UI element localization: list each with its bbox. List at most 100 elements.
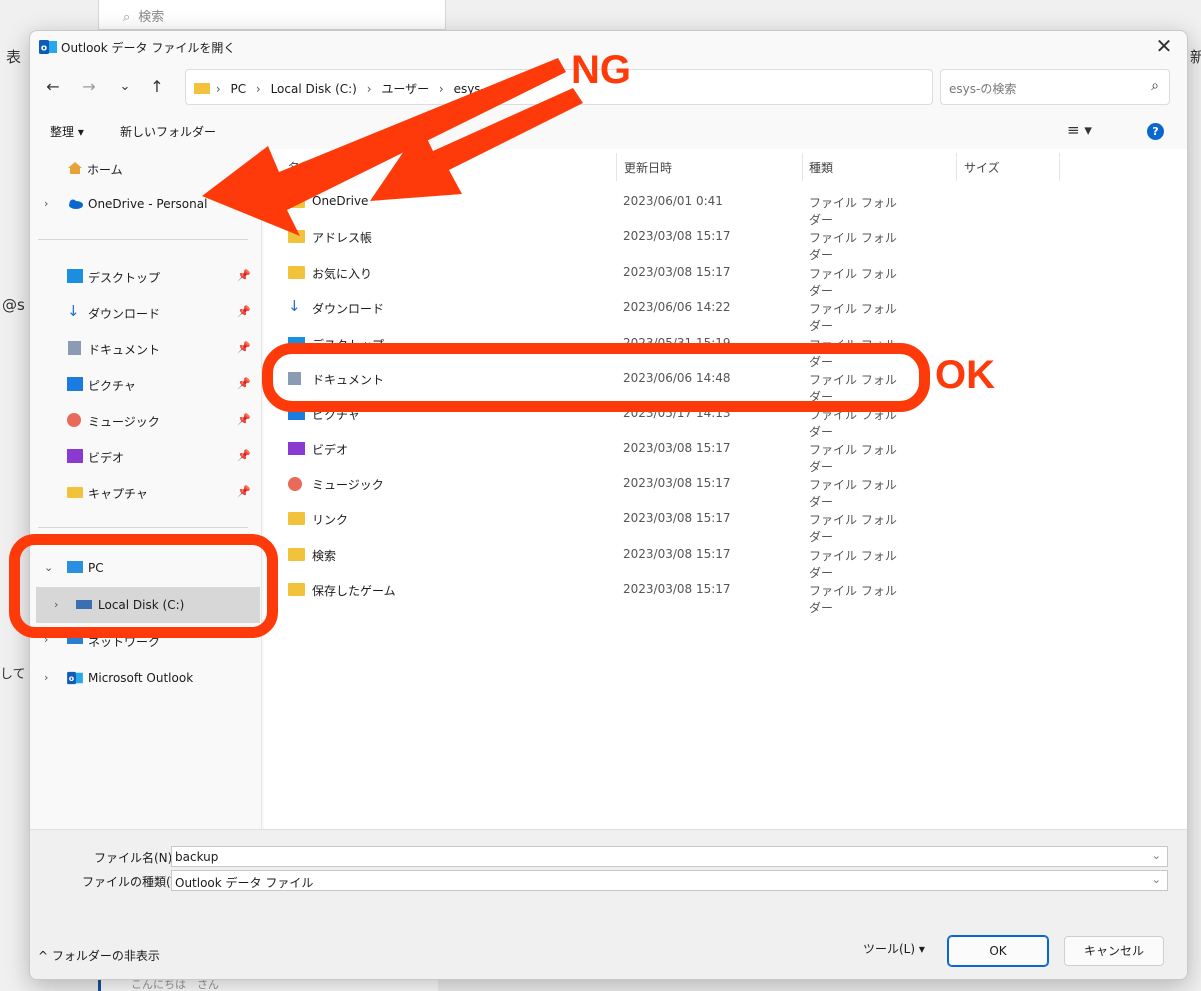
recent-locations-icon[interactable]: ⌄ xyxy=(112,75,138,101)
file-row[interactable]: ミュージック 2023/03/08 15:17 ファイル フォルダー xyxy=(272,466,902,509)
sidebar-item-documents[interactable]: ドキュメント 📌 xyxy=(30,333,262,363)
sidebar-item-pictures[interactable]: ピクチャ 📌 xyxy=(30,369,262,399)
tools-button[interactable]: ツール(L) ▾ xyxy=(863,940,925,957)
cloud-icon xyxy=(69,199,83,209)
desktop-icon xyxy=(288,337,305,350)
file-date: 2023/03/08 15:17 xyxy=(623,229,731,243)
folder-icon xyxy=(288,548,305,561)
cancel-button[interactable]: キャンセル xyxy=(1064,936,1164,966)
file-date: 2023/06/06 14:22 xyxy=(623,300,731,314)
search-input[interactable]: esys-の検索 ⌕ xyxy=(940,69,1170,105)
pin-icon[interactable]: 📌 xyxy=(237,413,251,426)
file-date: 2023/03/08 15:17 xyxy=(623,547,731,561)
file-row[interactable]: 保存したゲーム 2023/03/08 15:17 ファイル フォルダー xyxy=(272,572,902,615)
chevron-right-icon[interactable]: › xyxy=(44,671,48,684)
column-divider[interactable] xyxy=(956,153,957,181)
file-row[interactable]: ↓ ダウンロード 2023/06/06 14:22 ファイル フォルダー xyxy=(272,290,902,333)
breadcrumb-users[interactable]: ユーザー xyxy=(381,82,429,96)
sidebar-item-videos[interactable]: ビデオ 📌 xyxy=(30,441,262,471)
file-row[interactable]: ドキュメント 2023/06/06 14:48 ファイル フォルダー xyxy=(272,361,902,404)
file-row[interactable]: デスクトップ 2023/05/31 15:19 ファイル フォルダー xyxy=(272,326,902,369)
column-divider[interactable] xyxy=(1059,153,1060,181)
new-folder-button[interactable]: 新しいフォルダー xyxy=(120,123,216,140)
file-list: 名前 更新日時 種類 サイズ OneDrive 2023/06/01 0:41 … xyxy=(264,149,1187,829)
view-options-icon[interactable]: ≡ ▾ xyxy=(1067,121,1092,139)
back-arrow-icon[interactable]: ← xyxy=(40,75,66,101)
column-divider[interactable] xyxy=(802,153,803,181)
music-icon xyxy=(288,477,302,491)
pin-icon[interactable]: 📌 xyxy=(237,449,251,462)
music-icon xyxy=(67,413,81,427)
file-name: ビデオ xyxy=(312,443,349,457)
pin-icon[interactable]: 📌 xyxy=(237,485,251,498)
breadcrumb-pc[interactable]: PC xyxy=(230,82,246,96)
chevron-down-icon[interactable]: ⌄ xyxy=(1152,849,1161,862)
sidebar-item-label: Microsoft Outlook xyxy=(88,671,194,685)
file-date: 2023/06/06 14:48 xyxy=(623,371,731,385)
column-header-name[interactable]: 名前 xyxy=(288,159,312,176)
sidebar-item-local-disk[interactable]: › Local Disk (C:) xyxy=(36,587,260,623)
sidebar-item-music[interactable]: ミュージック 📌 xyxy=(30,405,262,435)
pin-icon[interactable]: 📌 xyxy=(237,377,251,390)
column-header-date[interactable]: 更新日時 xyxy=(624,159,672,176)
file-row[interactable]: リンク 2023/03/08 15:17 ファイル フォルダー xyxy=(272,501,902,544)
sidebar-item-home[interactable]: ホーム xyxy=(30,153,262,183)
ok-button[interactable]: OK xyxy=(947,935,1049,967)
pin-icon[interactable]: 📌 xyxy=(237,305,251,318)
breadcrumb-local-disk[interactable]: Local Disk (C:) xyxy=(271,82,357,96)
column-header-size[interactable]: サイズ xyxy=(964,159,1000,176)
sidebar-item-desktop[interactable]: デスクトップ 📌 xyxy=(30,261,262,291)
help-icon[interactable]: ? xyxy=(1147,123,1164,140)
hide-folders-button[interactable]: ^ フォルダーの非表示 xyxy=(38,947,160,964)
search-placeholder: esys-の検索 xyxy=(949,82,1017,96)
file-row[interactable]: ピクチャ 2023/05/17 14:13 ファイル フォルダー xyxy=(272,396,902,439)
file-row[interactable]: ビデオ 2023/03/08 15:17 ファイル フォルダー xyxy=(272,431,902,474)
filename-input[interactable]: backup ⌄ xyxy=(171,846,1168,867)
sidebar-item-onedrive[interactable]: › OneDrive - Personal xyxy=(30,189,262,219)
sidebar-item-outlook[interactable]: › o Microsoft Outlook xyxy=(30,663,262,693)
sidebar-item-label: ネットワーク xyxy=(88,635,161,649)
filetype-select[interactable]: Outlook データ ファイル ⌄ xyxy=(171,870,1168,891)
file-row[interactable]: 検索 2023/03/08 15:17 ファイル フォルダー xyxy=(272,537,902,580)
file-name: デスクトップ xyxy=(312,338,385,352)
file-date: 2023/06/01 0:41 xyxy=(623,194,723,208)
close-button[interactable]: ✕ xyxy=(1141,31,1187,63)
column-header-type[interactable]: 種類 xyxy=(809,159,833,176)
download-icon: ↓ xyxy=(67,302,80,320)
file-date: 2023/03/08 15:17 xyxy=(623,441,731,455)
file-date: 2023/03/08 15:17 xyxy=(623,582,731,596)
video-icon xyxy=(67,449,83,463)
file-row[interactable]: OneDrive 2023/06/01 0:41 ファイル フォルダー xyxy=(272,184,902,227)
filetype-value: Outlook データ ファイル xyxy=(175,876,314,890)
chevron-right-icon[interactable]: › xyxy=(54,598,58,611)
download-icon: ↓ xyxy=(288,297,301,315)
column-divider[interactable] xyxy=(616,153,617,181)
outlook-icon: o xyxy=(67,671,83,685)
background-search-box[interactable]: ⌕ 検索 xyxy=(98,0,446,30)
forward-arrow-icon[interactable]: → xyxy=(76,75,102,101)
file-name: お気に入り xyxy=(312,267,373,281)
file-row[interactable]: アドレス帳 2023/03/08 15:17 ファイル フォルダー xyxy=(272,219,902,262)
chevron-down-icon[interactable]: ⌄ xyxy=(44,561,53,574)
breadcrumb-separator: › xyxy=(438,82,444,96)
sidebar-item-captures[interactable]: キャプチャ 📌 xyxy=(30,477,262,507)
file-row[interactable]: お気に入り 2023/03/08 15:17 ファイル フォルダー xyxy=(272,255,902,298)
desktop-icon xyxy=(67,269,83,283)
organize-button[interactable]: 整理 ▾ xyxy=(50,123,84,140)
file-date: 2023/03/08 15:17 xyxy=(623,511,731,525)
network-icon xyxy=(67,633,83,644)
sidebar-item-downloads[interactable]: ↓ ダウンロード 📌 xyxy=(30,297,262,327)
pin-icon[interactable]: 📌 xyxy=(237,341,251,354)
sidebar-item-pc[interactable]: ⌄ PC xyxy=(30,553,262,583)
sidebar-item-label: Local Disk (C:) xyxy=(98,598,185,612)
breadcrumb-user-folder[interactable]: esys- xyxy=(454,82,485,96)
chevron-right-icon[interactable]: › xyxy=(44,197,48,210)
up-arrow-icon[interactable]: ↑ xyxy=(144,75,170,101)
pin-icon[interactable]: 📌 xyxy=(237,269,251,282)
chevron-down-icon[interactable]: ⌄ xyxy=(1152,873,1161,886)
divider xyxy=(38,527,248,528)
picture-icon xyxy=(288,407,305,420)
address-bar[interactable]: › PC › Local Disk (C:) › ユーザー › esys- › … xyxy=(185,69,1072,105)
sidebar-item-network[interactable]: › ネットワーク xyxy=(30,625,262,655)
chevron-right-icon[interactable]: › xyxy=(44,633,48,646)
